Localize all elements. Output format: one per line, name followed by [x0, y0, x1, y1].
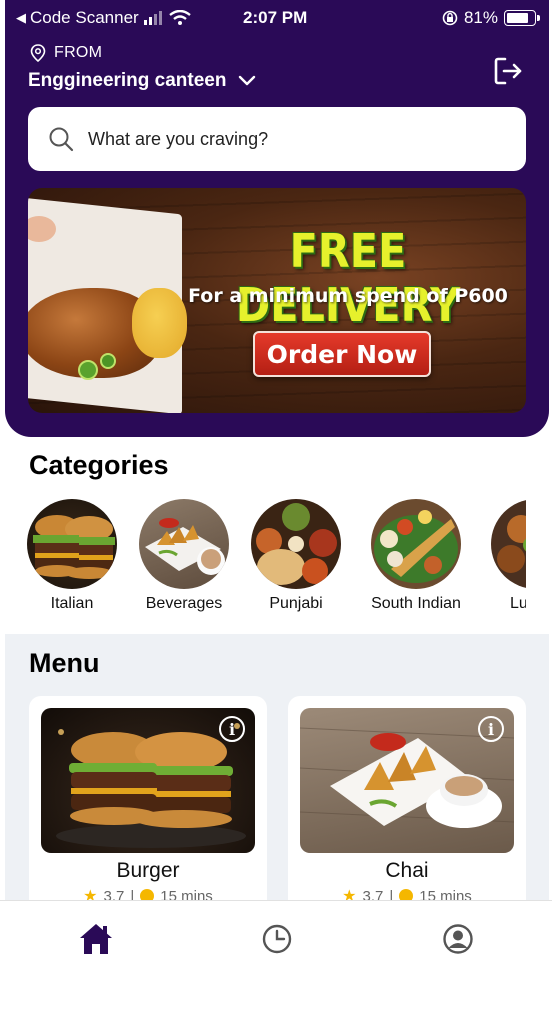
search-bar[interactable]: [28, 107, 526, 171]
clock-time: 2:07 PM: [243, 8, 308, 27]
category-image: [491, 499, 526, 589]
from-label: FROM: [54, 44, 103, 61]
search-input[interactable]: [88, 128, 468, 150]
menu-item-card[interactable]: i Burger ★ 3.7 | 15 mins: [29, 696, 267, 916]
banner-lime: [100, 353, 116, 369]
tab-home[interactable]: [76, 919, 116, 959]
category-label: Beverages: [145, 595, 223, 612]
battery-percent: 81%: [463, 8, 498, 27]
home-icon: [80, 924, 112, 954]
back-arrow-icon: ◀: [16, 10, 26, 25]
categories-carousel[interactable]: Italian Beverages Punjabi South Indian L…: [0, 495, 526, 615]
status-right: 81%: [442, 8, 540, 28]
category-image: [27, 499, 117, 589]
category-label: Italian: [50, 595, 94, 612]
info-icon[interactable]: i: [478, 716, 504, 742]
menu-item-card[interactable]: i Chai ★ 3.7 | 15 mins: [288, 696, 526, 916]
status-bar: ◀ Code Scanner 2:07 PM 81%: [0, 0, 552, 36]
back-app-label: Code Scanner: [30, 8, 139, 27]
category-label: South Indian: [371, 595, 461, 612]
logout-button[interactable]: [492, 55, 524, 87]
from-label-row: FROM: [30, 44, 102, 62]
banner-subline: For a minimum spend of P600: [188, 285, 508, 307]
category-beverages[interactable]: Beverages: [124, 495, 244, 613]
chevron-down-icon: [239, 75, 256, 86]
location-selector[interactable]: Enggineering canteen: [28, 70, 256, 92]
category-image: [139, 499, 229, 589]
battery-icon: [504, 10, 540, 26]
bottom-tab-bar: [0, 900, 552, 1012]
tab-profile[interactable]: [438, 919, 478, 959]
banner-lime: [78, 360, 98, 380]
category-italian[interactable]: Italian: [12, 495, 132, 613]
menu-item-image: i: [41, 708, 255, 853]
category-lunch[interactable]: Lu: [476, 495, 526, 613]
location-pin-icon: [30, 44, 46, 62]
menu-item-name: Chai: [385, 859, 429, 882]
menu-item-name: Burger: [116, 859, 180, 882]
tab-history[interactable]: [257, 919, 297, 959]
logout-icon: [494, 57, 522, 85]
wifi-icon: [168, 10, 191, 25]
battery-fill: [507, 13, 529, 23]
category-punjabi[interactable]: Punjabi: [236, 495, 356, 613]
profile-icon: [443, 924, 473, 954]
category-south-indian[interactable]: South Indian: [356, 495, 476, 613]
order-now-button[interactable]: Order Now: [253, 331, 431, 377]
category-label: Punjabi: [269, 595, 323, 612]
promo-banner[interactable]: FREE DELIVERY For a minimum spend of P60…: [28, 188, 526, 413]
categories-heading: Categories: [29, 450, 169, 480]
signal-icon: [143, 11, 162, 25]
category-image: [371, 499, 461, 589]
location-name: Enggineering canteen: [28, 70, 227, 91]
search-icon: [49, 127, 74, 152]
menu-heading: Menu: [29, 648, 100, 678]
banner-headline: FREE DELIVERY: [235, 224, 461, 332]
category-image: [251, 499, 341, 589]
menu-item-image: i: [300, 708, 514, 853]
orientation-lock-icon: [442, 10, 458, 26]
category-label: Lu: [510, 595, 526, 612]
clock-icon: [262, 924, 292, 954]
back-to-app[interactable]: ◀ Code Scanner: [16, 8, 191, 28]
info-icon[interactable]: i: [219, 716, 245, 742]
